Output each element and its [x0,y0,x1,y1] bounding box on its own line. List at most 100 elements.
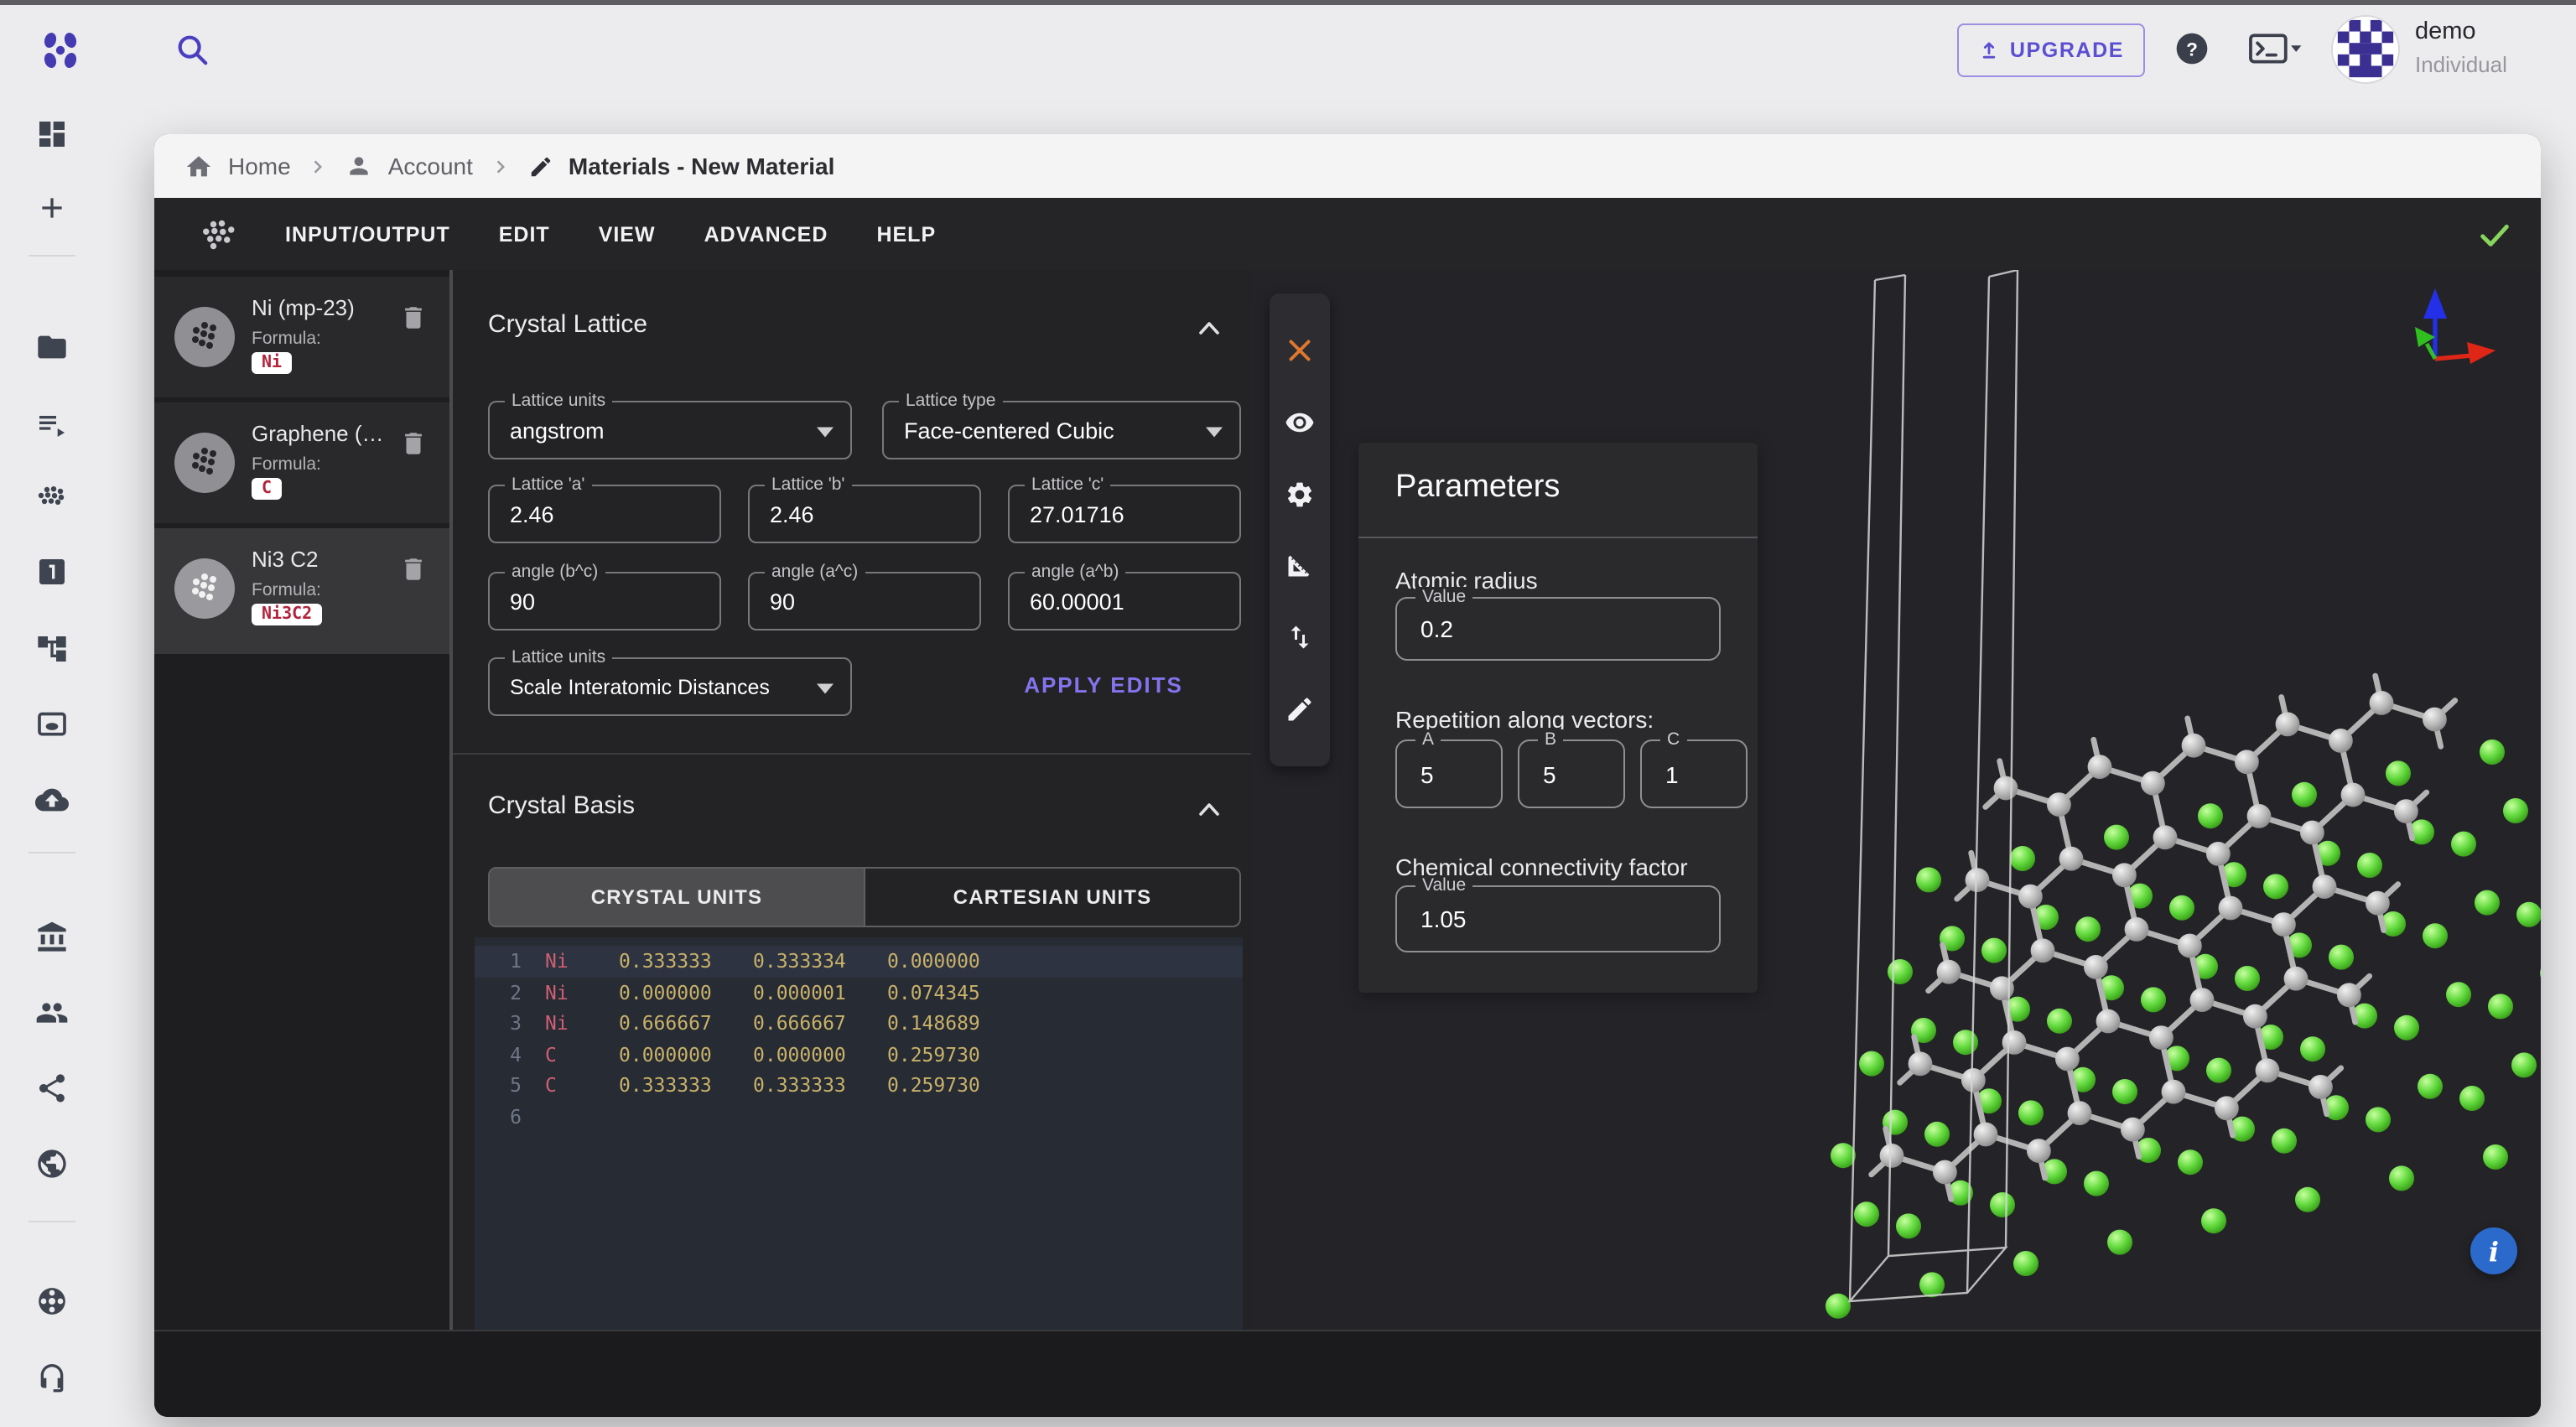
material-title: Ni3 C2 [252,547,319,572]
material-item-ni[interactable]: Ni (mp-23) Formula: Ni [154,277,449,397]
home-icon[interactable] [184,152,213,180]
delete-icon[interactable] [399,429,428,458]
designer-menubar: INPUT/OUTPUT EDIT VIEW ADVANCED HELP [154,198,2541,270]
scale-units-select[interactable]: Lattice units Scale Interatomic Distance… [488,657,852,716]
menu-advanced[interactable]: ADVANCED [704,222,828,246]
settings-gear-icon[interactable] [1285,479,1315,509]
menu-help[interactable]: HELP [876,222,936,246]
user-name[interactable]: demo [2415,18,2476,45]
search-icon[interactable] [174,32,210,67]
material-title: Graphene (… [252,421,384,446]
sidebar-looks-one-icon[interactable] [35,555,69,589]
upgrade-button[interactable]: UPGRADE [1957,23,2145,77]
sidebar-add-icon[interactable] [35,191,69,225]
help-icon[interactable]: ? [2175,32,2209,65]
measure-square-foot-icon[interactable] [1285,551,1315,581]
sidebar-helm-icon[interactable] [35,1284,69,1318]
formula-label: Formula: [252,580,321,600]
import-export-icon[interactable] [1285,622,1315,652]
sidebar-image-icon[interactable] [35,708,69,741]
terminal-menu-icon[interactable] [2247,34,2304,65]
sidebar-materials-icon[interactable] [35,481,69,515]
repetition-a-input[interactable]: A 5 [1395,739,1503,808]
axes-gizmo-icon [2415,288,2496,364]
repetition-c-input[interactable]: C 1 [1640,739,1748,808]
edit-pencil-icon[interactable] [1285,694,1315,724]
save-check-icon[interactable] [2477,216,2512,252]
formula-chip: C [252,478,282,500]
lattice-a-input[interactable]: Lattice 'a' 2.46 [488,485,721,543]
info-button[interactable]: i [2470,1227,2517,1274]
person-icon [346,153,373,179]
tab-cartesian-units[interactable]: CARTESIAN UNITS [864,869,1239,926]
sidebar-share-icon[interactable] [35,1072,69,1105]
angle-ac-input[interactable]: angle (a^c) 90 [748,572,981,630]
basis-row[interactable]: 5C 0.3333330.3333330.259730 [475,1070,1243,1101]
breadcrumb: Home Account Materials - New Material [154,134,2541,198]
basis-units-tabs: CRYSTAL UNITS CARTESIAN UNITS [488,867,1241,927]
sidebar-dashboard-icon[interactable] [35,117,69,151]
collapse-lattice-icon[interactable] [1194,314,1224,344]
editor-column: Crystal Lattice Lattice units angstrom L… [453,270,1251,1330]
menu-view[interactable]: VIEW [599,222,656,246]
lattice-c-input[interactable]: Lattice 'c' 27.01716 [1008,485,1241,543]
app-root: UPGRADE ? demo Individual [0,0,2576,1427]
lattice-units-select[interactable]: Lattice units angstrom [488,401,852,459]
apply-edits-button[interactable]: APPLY EDITS [986,672,1221,698]
basis-row[interactable]: 2Ni 0.0000000.0000010.074345 [475,977,1243,1008]
connectivity-input[interactable]: Value 1.05 [1395,885,1721,952]
material-item-ni3c2-selected[interactable]: Ni3 C2 Formula: Ni3C2 [154,528,449,654]
material-thumbnail [174,433,235,493]
delete-icon[interactable] [399,555,428,584]
basis-row[interactable]: 6 [475,1101,1243,1132]
material-thumbnail [174,307,235,367]
basis-row[interactable]: 1Ni 0.3333330.3333340.000000 [475,946,1243,977]
collapse-basis-icon[interactable] [1194,795,1224,825]
angle-bc-input[interactable]: angle (b^c) 90 [488,572,721,630]
crystal-lattice-title: Crystal Lattice [488,310,647,339]
material-title: Ni (mp-23) [252,295,355,320]
user-plan: Individual [2415,52,2507,77]
basis-code-editor[interactable]: 1Ni 0.3333330.3333340.000000 2Ni 0.00000… [475,937,1243,1330]
card-footer [154,1330,2541,1417]
menu-input-output[interactable]: INPUT/OUTPUT [285,222,450,246]
sidebar-divider [29,1221,75,1222]
tab-crystal-units[interactable]: CRYSTAL UNITS [490,869,864,926]
sidebar-cloud-upload-icon[interactable] [35,783,69,817]
breadcrumb-account[interactable]: Account [388,153,473,179]
upload-icon [1978,39,2002,62]
atomic-radius-input[interactable]: Value 0.2 [1395,597,1721,661]
sidebar-people-icon[interactable] [35,996,69,1030]
parameters-panel: Parameters Atomic radius Value 0.2 Repet… [1358,443,1758,993]
formula-label: Formula: [252,454,321,475]
lattice-type-select[interactable]: Lattice type Face-centered Cubic [882,401,1241,459]
user-avatar[interactable] [2331,15,2400,84]
molecule-icon [198,217,242,251]
angle-ab-input[interactable]: angle (a^b) 60.00001 [1008,572,1241,630]
material-item-graphene[interactable]: Graphene (… Formula: C [154,402,449,523]
viewer-column: Parameters Atomic radius Value 0.2 Repet… [1251,270,2541,1330]
parameters-divider [1358,537,1758,538]
breadcrumb-home[interactable]: Home [228,153,291,179]
sidebar-bank-icon[interactable] [35,921,69,954]
sidebar-folder-icon[interactable] [35,330,69,364]
chevron-right-icon [306,153,331,179]
material-thumbnail [174,558,235,619]
visibility-icon[interactable] [1285,407,1315,437]
sidebar-workflows-icon[interactable] [35,632,69,666]
chevron-down-icon [817,682,834,693]
sidebar-support-icon[interactable] [35,1360,69,1393]
viewer-toolbar [1270,293,1330,766]
close-icon[interactable] [1285,335,1315,366]
sidebar-divider [29,255,75,257]
menu-edit[interactable]: EDIT [499,222,550,246]
sidebar-globe-icon[interactable] [35,1147,69,1181]
delete-icon[interactable] [399,304,428,332]
brand-logo-icon[interactable] [37,27,84,74]
basis-row[interactable]: 4C 0.0000000.0000000.259730 [475,1039,1243,1070]
repetition-b-input[interactable]: B 5 [1518,739,1625,808]
basis-row[interactable]: 3Ni 0.6666670.6666670.148689 [475,1008,1243,1039]
lattice-b-input[interactable]: Lattice 'b' 2.46 [748,485,981,543]
unit-cell-wireframe [1850,270,2018,1301]
sidebar-jobs-icon[interactable] [35,407,69,441]
